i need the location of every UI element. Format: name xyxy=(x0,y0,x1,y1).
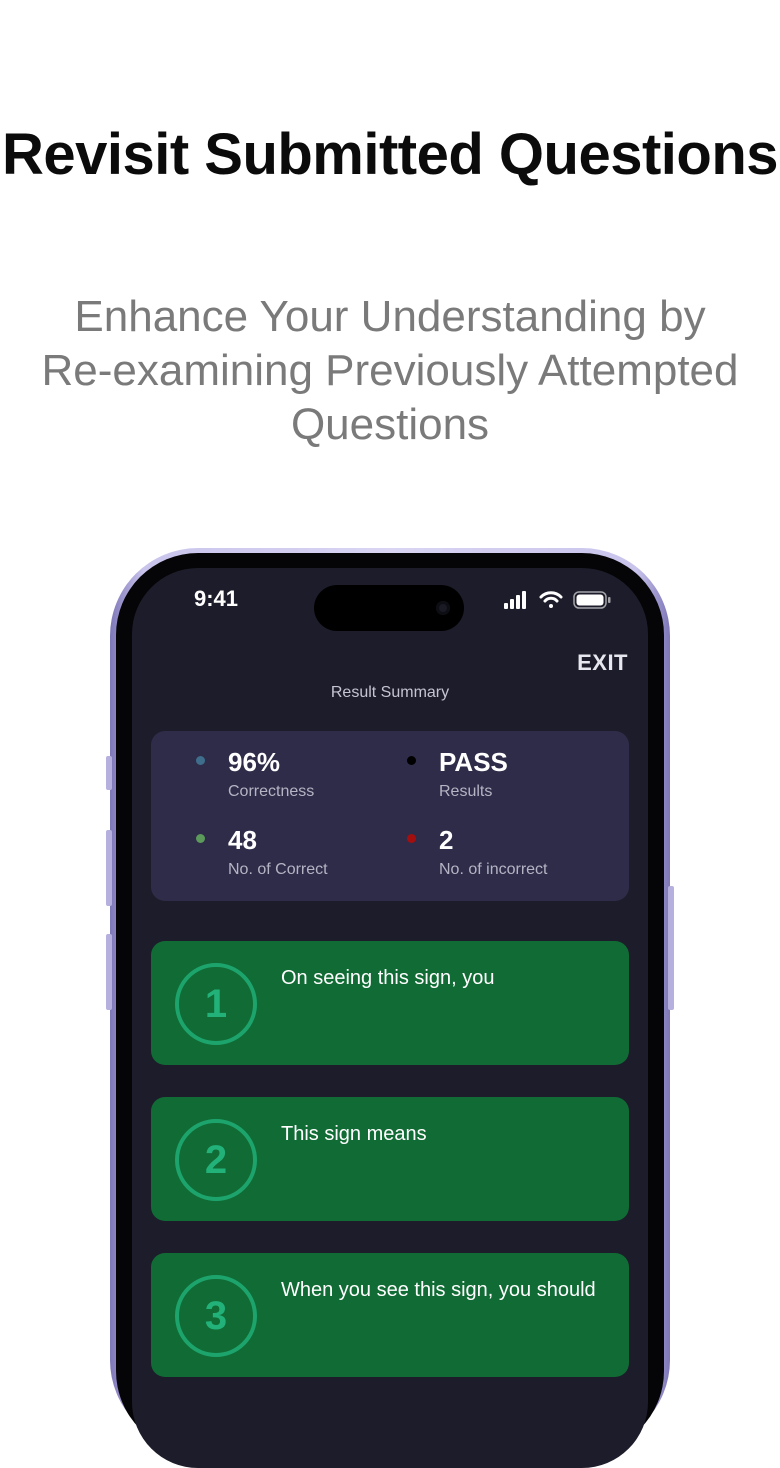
subheadline: Enhance Your Understanding by Re-examini… xyxy=(41,292,739,449)
exit-button[interactable]: EXIT xyxy=(577,650,628,676)
stat-value: 96% xyxy=(228,747,281,777)
question-number-badge: 3 xyxy=(175,1275,257,1357)
phone-mute-switch xyxy=(106,756,112,790)
question-card-3[interactable]: 3 When you see this sign, you should xyxy=(151,1253,629,1377)
phone-volume-up-button xyxy=(106,830,112,906)
stat-label: No. of Correct xyxy=(228,861,328,878)
stat-value: 48 xyxy=(228,825,257,855)
phone-screen: 9:41 EXIT Result Summary 96% Correctness xyxy=(132,568,648,1468)
stat-correct-count: 48 No. of Correct xyxy=(196,825,396,885)
correctness-dot-icon xyxy=(196,756,205,765)
result-summary-card: 96% Correctness PASS Results 48 No. of C… xyxy=(151,731,629,901)
signal-icon xyxy=(504,591,526,609)
dynamic-island xyxy=(314,585,464,631)
wifi-icon xyxy=(539,591,563,608)
result-summary-title: Result Summary xyxy=(330,684,450,701)
results-dot-icon xyxy=(407,756,416,765)
question-number-badge: 2 xyxy=(175,1119,257,1201)
headline: Revisit Submitted Questions xyxy=(1,122,779,187)
phone-power-button xyxy=(668,886,674,1010)
stat-label: Correctness xyxy=(228,783,315,800)
stat-label: Results xyxy=(439,783,493,800)
stat-value: 2 xyxy=(439,825,454,855)
question-card-1[interactable]: 1 On seeing this sign, you xyxy=(151,941,629,1065)
phone-volume-down-button xyxy=(106,934,112,1010)
stat-label: No. of incorrect xyxy=(439,861,548,878)
question-card-2[interactable]: 2 This sign means xyxy=(151,1097,629,1221)
question-text: When you see this sign, you should xyxy=(281,1279,596,1301)
status-icons xyxy=(504,591,611,609)
stat-correctness: 96% Correctness xyxy=(196,747,396,807)
question-number-badge: 1 xyxy=(175,963,257,1045)
stat-incorrect-count: 2 No. of incorrect xyxy=(407,825,607,885)
question-text: On seeing this sign, you xyxy=(281,967,495,989)
battery-icon xyxy=(573,591,611,609)
incorrect-dot-icon xyxy=(407,834,416,843)
stat-results: PASS Results xyxy=(407,747,607,807)
status-time: 9:41 xyxy=(194,586,239,611)
question-text: This sign means xyxy=(281,1123,427,1145)
correct-dot-icon xyxy=(196,834,205,843)
stat-value: PASS xyxy=(439,747,508,777)
camera-icon xyxy=(436,601,450,615)
